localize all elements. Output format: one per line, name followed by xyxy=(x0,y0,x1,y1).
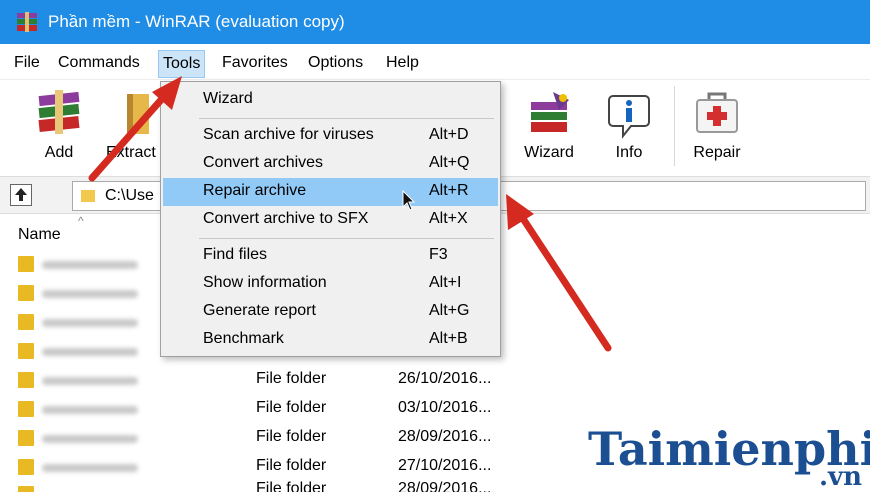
winrar-app-icon[interactable] xyxy=(16,12,38,32)
add-button[interactable]: Add xyxy=(20,80,98,172)
type-cell: File folder xyxy=(256,457,327,474)
folder-icon xyxy=(18,486,34,492)
repair-label: Repair xyxy=(693,144,741,161)
date-cell: 26/10/2016... xyxy=(398,370,492,387)
date-cell: 28/09/2016... xyxy=(398,480,492,492)
repair-button[interactable]: Repair xyxy=(678,80,756,172)
tools-menu-dropdown: Wizard Scan archive for viruses Alt+D Co… xyxy=(160,81,501,357)
mouse-cursor-icon xyxy=(402,190,416,211)
folder-icon xyxy=(18,459,34,475)
extract-label: Extract xyxy=(106,144,156,161)
address-field[interactable]: C:\Use xyxy=(72,181,167,211)
address-field-extension[interactable] xyxy=(500,181,866,211)
watermark-logo: Taimienphi .vn xyxy=(588,418,870,492)
folder-icon xyxy=(18,343,34,359)
up-folder-button[interactable] xyxy=(10,184,32,206)
blurred-name xyxy=(42,406,138,414)
folder-icon xyxy=(18,285,34,301)
blurred-name xyxy=(42,319,138,327)
wizard-icon xyxy=(531,92,569,132)
menu-item-find-files[interactable]: Find files F3 xyxy=(163,242,498,270)
up-arrow-icon xyxy=(15,188,27,201)
extract-button[interactable]: Extract xyxy=(106,80,166,172)
menu-help[interactable]: Help xyxy=(386,54,419,72)
menu-item-convert-archives[interactable]: Convert archives Alt+Q xyxy=(163,150,498,178)
menu-item-wizard[interactable]: Wizard xyxy=(163,86,498,114)
folder-icon xyxy=(18,372,34,388)
wizard-label: Wizard xyxy=(524,144,574,161)
type-cell: File folder xyxy=(256,428,327,445)
menu-options[interactable]: Options xyxy=(308,54,363,72)
type-cell: File folder xyxy=(256,399,327,416)
table-row[interactable]: File folder 26/10/2016... xyxy=(0,366,870,395)
menu-item-generate-report[interactable]: Generate report Alt+G xyxy=(163,298,498,326)
folder-icon xyxy=(18,430,34,446)
menu-commands[interactable]: Commands xyxy=(58,54,140,72)
folder-icon xyxy=(18,256,34,272)
type-cell: File folder xyxy=(256,370,327,387)
menu-item-repair-archive[interactable]: Repair archive Alt+R xyxy=(163,178,498,206)
folder-icon xyxy=(81,190,95,202)
blurred-name xyxy=(42,348,138,356)
folder-icon xyxy=(18,401,34,417)
watermark-suffix: .vn xyxy=(818,462,862,492)
menu-item-scan-viruses[interactable]: Scan archive for viruses Alt+D xyxy=(163,122,498,150)
title-bar: Phần mềm - WinRAR (evaluation copy) xyxy=(0,0,870,44)
menu-item-benchmark[interactable]: Benchmark Alt+B xyxy=(163,326,498,354)
menu-item-convert-sfx[interactable]: Convert archive to SFX Alt+X xyxy=(163,206,498,234)
window-title: Phần mềm - WinRAR (evaluation copy) xyxy=(48,12,345,31)
info-button[interactable]: Info xyxy=(590,80,668,172)
blurred-name xyxy=(42,435,138,443)
menu-favorites[interactable]: Favorites xyxy=(222,54,288,72)
info-label: Info xyxy=(615,144,643,161)
date-cell: 03/10/2016... xyxy=(398,399,492,416)
menu-separator xyxy=(199,118,494,119)
name-column-header[interactable]: Name xyxy=(18,226,61,244)
extract-icon xyxy=(127,94,149,134)
blurred-name xyxy=(42,464,138,472)
menu-tools[interactable]: Tools xyxy=(158,50,206,78)
menu-bar: File Commands Tools Favorites Options He… xyxy=(0,46,870,80)
menu-file[interactable]: File xyxy=(14,54,40,72)
folder-icon xyxy=(18,314,34,330)
menu-item-show-information[interactable]: Show information Alt+I xyxy=(163,270,498,298)
menu-separator xyxy=(199,238,494,239)
add-archive-icon xyxy=(38,90,80,134)
blurred-name xyxy=(42,261,138,269)
address-path: C:\Use xyxy=(105,187,154,204)
blurred-name xyxy=(42,377,138,385)
first-aid-kit-icon xyxy=(696,92,738,133)
sort-ascending-icon: ^ xyxy=(78,214,84,228)
date-cell: 27/10/2016... xyxy=(398,457,492,474)
add-label: Add xyxy=(44,144,74,161)
wizard-button[interactable]: Wizard xyxy=(510,80,588,172)
type-cell: File folder xyxy=(256,480,327,492)
date-cell: 28/09/2016... xyxy=(398,428,492,445)
toolbar-separator xyxy=(674,86,675,166)
info-icon xyxy=(608,95,650,139)
blurred-name xyxy=(42,290,138,298)
